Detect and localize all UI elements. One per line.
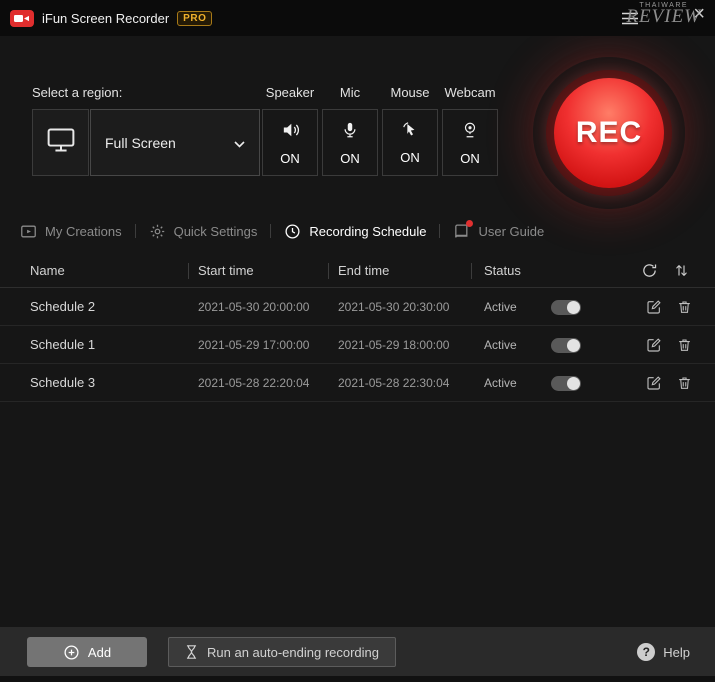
rec-button-inner: REC [554, 78, 664, 188]
table-row: Schedule 3 2021-05-28 22:20:04 2021-05-2… [0, 364, 715, 402]
tab-label: Recording Schedule [309, 223, 427, 239]
watermark-line1: THAIWARE [639, 2, 689, 9]
schedule-start-time: 2021-05-29 17:00:00 [198, 338, 310, 352]
bottom-strip [0, 676, 715, 682]
user-guide-book-icon [453, 219, 474, 240]
toggle-knob [567, 377, 580, 390]
tab-my-creations[interactable]: My Creations [20, 223, 122, 240]
column-header-status: Status [484, 263, 521, 278]
edit-icon[interactable] [646, 375, 662, 391]
help-button[interactable]: ? Help [637, 643, 690, 661]
tab-divider [439, 224, 441, 238]
schedule-status: Active [484, 376, 517, 390]
add-button[interactable]: Add [27, 637, 147, 667]
rec-label: REC [575, 116, 643, 149]
mouse-column-label: Mouse [390, 85, 430, 100]
schedule-table-body: Schedule 2 2021-05-30 20:00:00 2021-05-3… [0, 288, 715, 402]
column-divider [188, 263, 189, 279]
webcam-column-label: Webcam [444, 85, 496, 100]
schedule-name: Schedule 3 [30, 375, 96, 390]
app-title: iFun Screen Recorder [42, 10, 170, 26]
refresh-icon[interactable] [641, 262, 658, 279]
speaker-state: ON [280, 150, 300, 166]
tab-bar: My Creations Quick Settings Recording Sc… [20, 219, 544, 243]
region-dropdown-value: Full Screen [105, 134, 176, 151]
schedule-start-time: 2021-05-30 20:00:00 [198, 300, 310, 314]
webcam-icon [461, 120, 479, 145]
schedule-name: Schedule 1 [30, 337, 96, 352]
app-window: iFun Screen Recorder PRO THAIWARE REVIEW… [0, 0, 715, 682]
column-divider [471, 263, 472, 279]
column-header-start-time: Start time [198, 263, 254, 278]
mouse-toggle-button[interactable]: ON [382, 109, 438, 176]
tab-label: User Guide [478, 223, 545, 239]
table-row: Schedule 2 2021-05-30 20:00:00 2021-05-3… [0, 288, 715, 326]
table-row: Schedule 1 2021-05-29 17:00:00 2021-05-2… [0, 326, 715, 364]
notification-dot [466, 219, 474, 227]
help-icon: ? [637, 643, 656, 661]
gear-icon [149, 223, 166, 240]
schedule-status: Active [484, 338, 517, 352]
monitor-icon [46, 127, 76, 158]
mouse-cursor-icon [401, 120, 420, 144]
region-label: Select a region: [32, 85, 123, 100]
schedule-end-time: 2021-05-28 22:30:04 [338, 376, 450, 390]
status-toggle[interactable] [551, 338, 581, 353]
mic-icon [341, 120, 359, 145]
my-creations-icon [20, 223, 37, 240]
menu-icon[interactable] [621, 12, 639, 25]
tab-quick-settings[interactable]: Quick Settings [149, 223, 258, 240]
webcam-toggle-button[interactable]: ON [442, 109, 498, 176]
tab-label: My Creations [45, 223, 122, 239]
schedule-start-time: 2021-05-28 22:20:04 [198, 376, 310, 390]
mouse-state: ON [400, 150, 420, 165]
pro-badge: PRO [177, 10, 213, 26]
schedule-table-header: Name Start time End time Status [0, 255, 715, 288]
footer-bar: Add Run an auto-ending recording ? Help [0, 627, 715, 676]
status-toggle[interactable] [551, 300, 581, 315]
rec-button[interactable]: REC [533, 57, 685, 209]
mic-column-label: Mic [339, 85, 361, 100]
column-header-name: Name [30, 263, 65, 278]
schedule-end-time: 2021-05-29 18:00:00 [338, 338, 450, 352]
edit-icon[interactable] [646, 337, 662, 353]
add-button-label: Add [87, 644, 112, 660]
run-button-label: Run an auto-ending recording [207, 644, 380, 660]
edit-icon[interactable] [646, 299, 662, 315]
chevron-down-icon [234, 135, 245, 151]
trash-icon[interactable] [677, 299, 692, 315]
hourglass-icon [185, 644, 198, 660]
webcam-state: ON [460, 150, 480, 166]
status-toggle[interactable] [551, 376, 581, 391]
trash-icon[interactable] [677, 375, 692, 391]
tab-divider [270, 224, 272, 238]
titlebar: iFun Screen Recorder PRO THAIWARE REVIEW… [0, 0, 715, 36]
tab-label: Quick Settings [173, 223, 258, 239]
help-label: Help [663, 644, 690, 660]
speaker-column-label: Speaker [265, 85, 315, 100]
toggle-knob [567, 339, 580, 352]
speaker-toggle-button[interactable]: ON [262, 109, 318, 176]
region-dropdown[interactable]: Full Screen [90, 109, 260, 176]
tab-divider [134, 224, 136, 238]
sort-icon[interactable] [674, 262, 689, 279]
speaker-icon [280, 120, 301, 145]
app-logo-icon [10, 9, 34, 27]
column-divider [328, 263, 329, 279]
toggle-knob [567, 301, 580, 314]
column-header-end-time: End time [338, 263, 390, 278]
schedule-status: Active [484, 300, 517, 314]
trash-icon[interactable] [677, 337, 692, 353]
plus-circle-icon [63, 644, 80, 661]
display-button[interactable] [32, 109, 89, 176]
schedule-end-time: 2021-05-30 20:30:00 [338, 300, 450, 314]
mic-toggle-button[interactable]: ON [322, 109, 378, 176]
tab-user-guide[interactable]: User Guide [453, 219, 545, 240]
run-auto-ending-button[interactable]: Run an auto-ending recording [168, 637, 397, 667]
schedule-clock-icon [284, 223, 301, 240]
schedule-name: Schedule 2 [30, 299, 96, 314]
mic-state: ON [340, 150, 360, 166]
tab-recording-schedule[interactable]: Recording Schedule [284, 223, 426, 240]
close-icon[interactable]: × [693, 4, 705, 24]
